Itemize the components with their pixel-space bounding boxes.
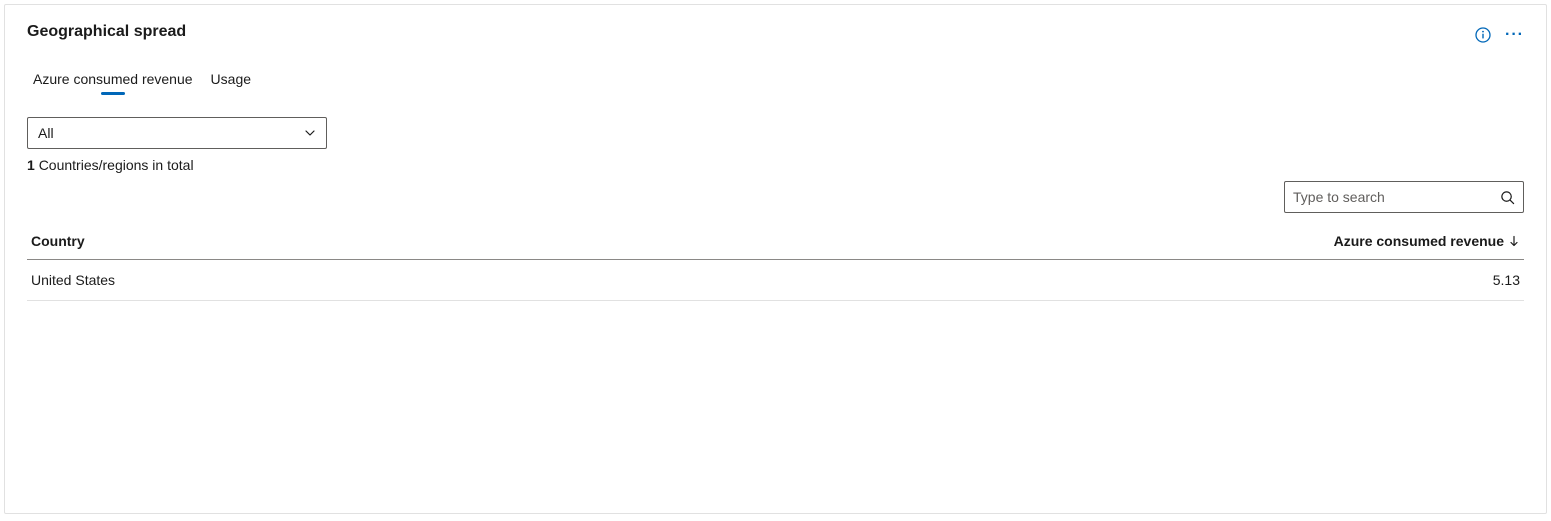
country-filter-select[interactable]: All — [27, 117, 327, 149]
search-box[interactable] — [1284, 181, 1524, 213]
geographical-spread-card: Geographical spread ··· Azure consumed r… — [4, 4, 1547, 514]
card-actions: ··· — [1475, 27, 1524, 43]
more-menu-icon[interactable]: ··· — [1505, 27, 1524, 43]
column-header-revenue[interactable]: Azure consumed revenue — [1334, 233, 1520, 249]
card-title: Geographical spread — [27, 23, 186, 41]
country-filter-value: All — [38, 125, 54, 141]
column-header-country[interactable]: Country — [31, 233, 85, 249]
country-count-summary: 1 Countries/regions in total — [27, 157, 1524, 173]
tab-usage[interactable]: Usage — [211, 71, 251, 93]
table-header: Country Azure consumed revenue — [27, 225, 1524, 260]
info-icon[interactable] — [1475, 27, 1491, 43]
cell-revenue: 5.13 — [1493, 272, 1520, 288]
search-input[interactable] — [1293, 189, 1500, 205]
sort-descending-icon — [1508, 235, 1520, 247]
tab-list: Azure consumed revenue Usage — [33, 71, 1524, 93]
filter-row: All — [27, 117, 1524, 149]
card-header: Geographical spread ··· — [27, 23, 1524, 43]
column-header-revenue-label: Azure consumed revenue — [1334, 233, 1504, 249]
search-row — [27, 181, 1524, 213]
tab-azure-consumed-revenue[interactable]: Azure consumed revenue — [33, 71, 193, 93]
geography-table: Country Azure consumed revenue United St… — [27, 225, 1524, 301]
country-count-number: 1 — [27, 157, 35, 173]
search-icon — [1500, 190, 1515, 205]
country-count-label: Countries/regions in total — [39, 157, 194, 173]
cell-country: United States — [31, 272, 115, 288]
table-row[interactable]: United States 5.13 — [27, 260, 1524, 301]
chevron-down-icon — [304, 127, 316, 139]
